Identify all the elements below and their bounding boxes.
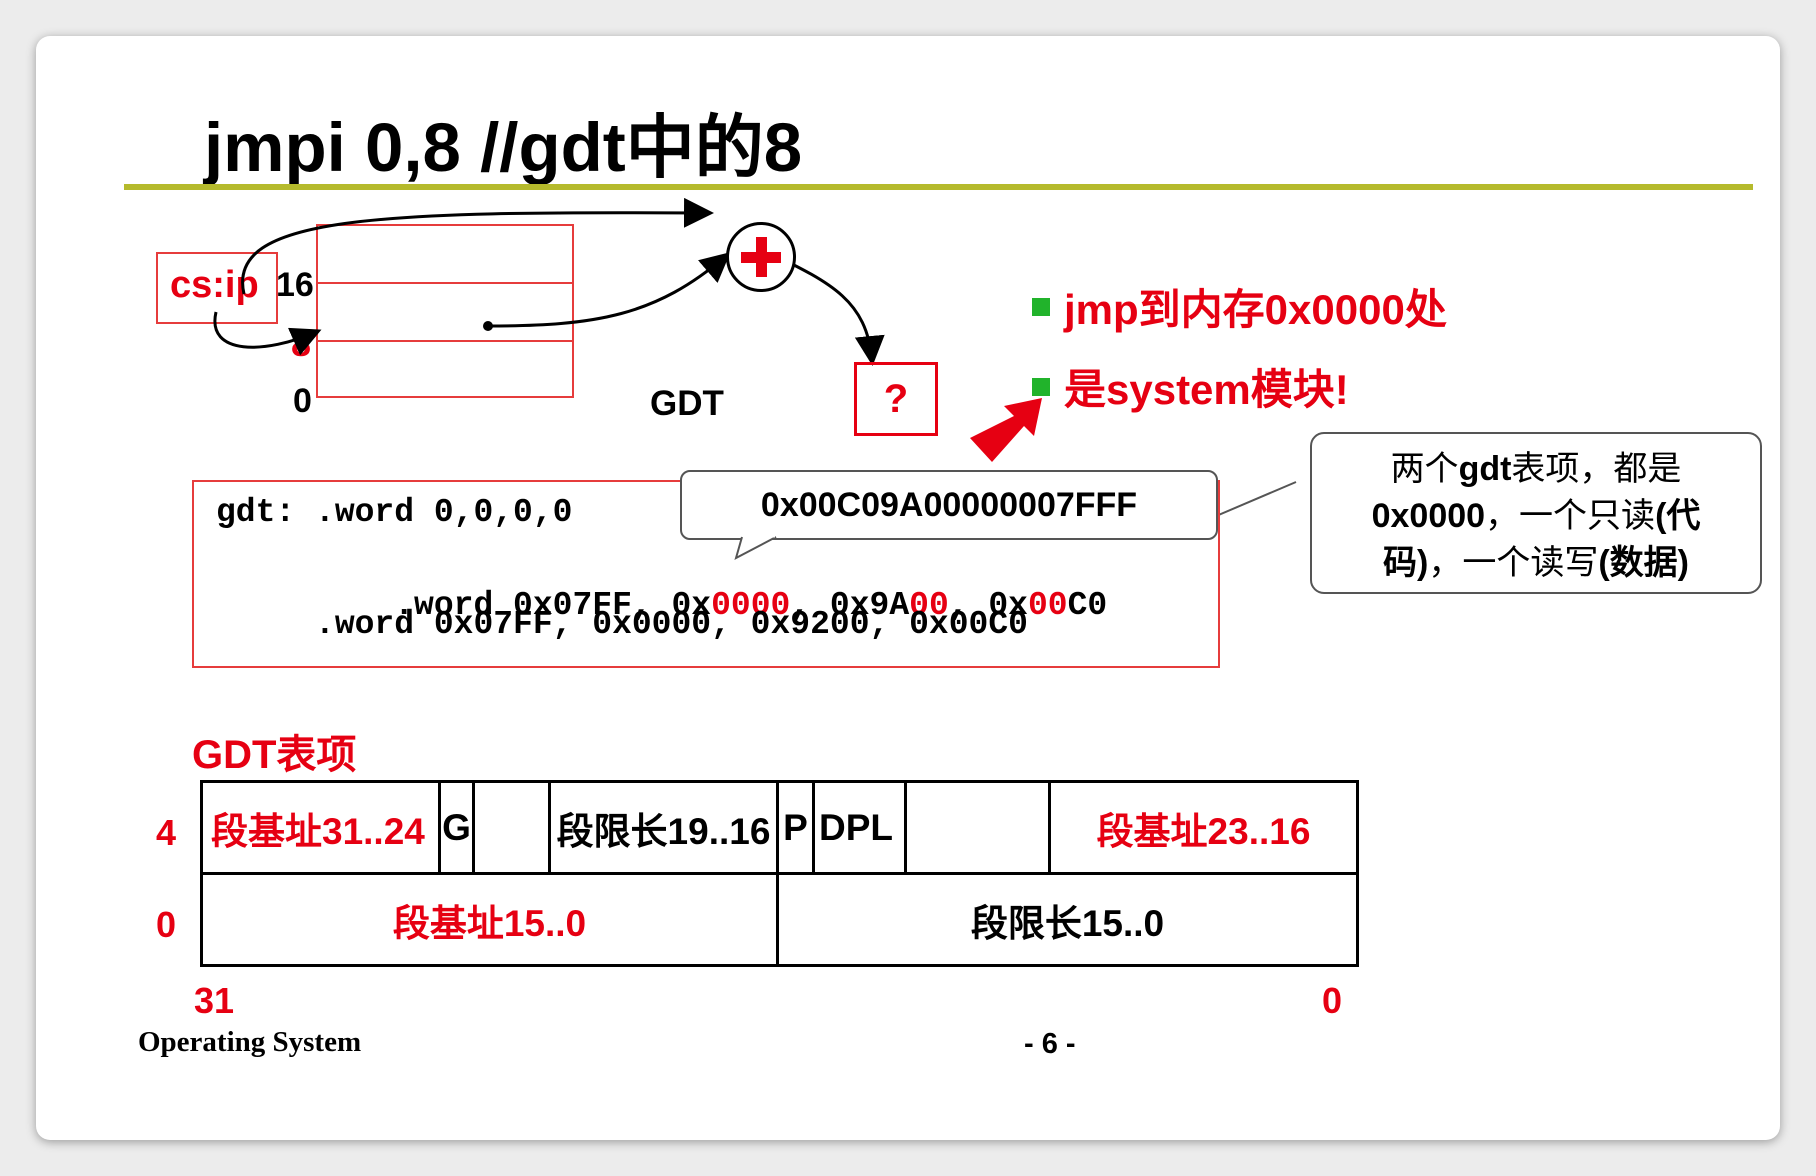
callout-line-3: 码)，一个读写(数据)	[1312, 540, 1760, 587]
register-label: cs:ip	[170, 264, 259, 306]
cell-empty-1	[472, 780, 551, 875]
code-line-1: gdt: .word 0,0,0,0	[216, 494, 573, 531]
value-bubble: 0x00C09A00000007FFF	[680, 470, 1218, 540]
plus-icon-vertical	[755, 237, 767, 277]
cell-limit-15-0: 段限长15..0	[776, 872, 1359, 967]
gdt-upper-row: 段基址31..24 G 段限长19..16 P DPL 段基址23..16	[200, 780, 1359, 875]
value-bubble-text: 0x00C09A00000007FFF	[760, 485, 1138, 524]
cell-empty-2	[904, 780, 1051, 875]
callout-l2a: 0x0000	[1371, 497, 1486, 535]
gdt-index-16: 16	[276, 266, 314, 304]
callout-l3b: ，一个读写	[1428, 544, 1599, 582]
callout-l2b: ，一个只读	[1485, 497, 1656, 535]
gdt-row-16	[316, 224, 574, 284]
cell-limit-19-16: 段限长19..16	[548, 780, 779, 875]
bullet-icon-2	[1032, 378, 1050, 396]
callout-l3a: 码)	[1383, 544, 1429, 582]
red-pointer-arrow	[970, 398, 1042, 462]
gdt-index-8: 8	[291, 323, 312, 364]
callout-line-2: 0x0000，一个只读(代	[1312, 493, 1760, 540]
callout-l3c: (数据)	[1598, 544, 1689, 582]
bullet-icon-1	[1032, 298, 1050, 316]
slide: jmpi 0,8 //gdt中的8 cs:ip 16 8 0 GDT ? jmp…	[36, 36, 1780, 1140]
row-label-0: 0	[156, 904, 177, 945]
callout-l1a: 两个	[1390, 450, 1459, 488]
title-underline	[124, 184, 1753, 190]
row-label-4: 4	[156, 812, 177, 853]
callout-l2c: (代	[1655, 497, 1701, 535]
gdt-row-8	[316, 282, 574, 342]
result-question: ?	[883, 376, 909, 421]
gdt-row-0	[316, 340, 574, 398]
slide-title: jmpi 0,8 //gdt中的8	[204, 109, 803, 186]
code-line-3: .word 0x07FF, 0x0000, 0x9200, 0x00C0	[216, 606, 1028, 643]
cell-p: P	[776, 780, 815, 875]
cell-dpl: DPL	[812, 780, 907, 875]
cell-g: G	[438, 780, 475, 875]
code-line-2-part-4: C0	[1067, 587, 1108, 624]
gdt-entry-table: 段基址31..24 G 段限长19..16 P DPL 段基址23..16 段基…	[200, 780, 1359, 967]
footer-left: Operating System	[138, 1026, 362, 1058]
gdt-entry-heading: GDT表项	[192, 733, 357, 777]
callout-l1c: 表项，都是	[1511, 450, 1682, 488]
callout-line-1: 两个gdt表项，都是	[1312, 446, 1760, 493]
adder-circle	[726, 222, 796, 292]
bullet-2: 是system模块!	[1064, 366, 1349, 413]
result-box: ?	[854, 362, 938, 436]
gdt-lower-row: 段基址15..0 段限长15..0	[200, 872, 1359, 967]
callout-l1b: gdt	[1458, 450, 1512, 488]
cell-base-31-24: 段基址31..24	[200, 780, 441, 875]
callout-note: 两个gdt表项，都是 0x0000，一个只读(代 码)，一个读写(数据)	[1310, 432, 1762, 594]
bit-label-0: 0	[1322, 980, 1343, 1021]
code-line-2-red-3: 00	[1027, 587, 1068, 624]
footer-page: - 6 -	[1024, 1028, 1076, 1060]
cell-base-15-0: 段基址15..0	[200, 872, 779, 967]
gdt-index-0: 0	[293, 382, 312, 420]
cell-base-23-16: 段基址23..16	[1048, 780, 1359, 875]
gdt-table-name: GDT	[650, 384, 724, 423]
value-bubble-tail	[734, 534, 777, 560]
bullet-1: jmp到内存0x0000处	[1064, 286, 1447, 333]
bit-label-31: 31	[194, 980, 235, 1021]
